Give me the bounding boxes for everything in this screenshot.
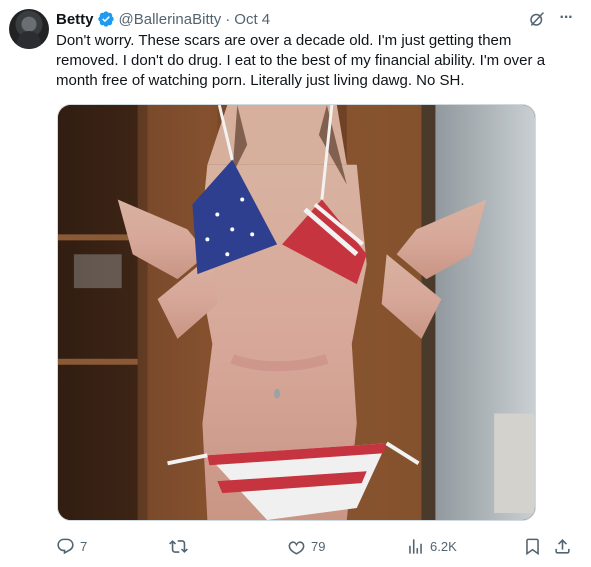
views-button[interactable]: 6.2K (406, 533, 457, 559)
views-icon (409, 538, 422, 554)
media-photo[interactable] (57, 104, 536, 521)
reply-count: 7 (80, 538, 88, 554)
like-button[interactable]: 79 (287, 533, 325, 559)
tweet-card[interactable]: Betty @BallerinaBitty · Oct 4 ··· Don't … (0, 0, 591, 567)
tweet-text: Don't worry. These scars are over a deca… (56, 32, 546, 89)
avatar[interactable] (9, 9, 49, 49)
verified-badge-icon (97, 11, 114, 27)
reply-icon (57, 538, 74, 554)
grok-icon[interactable] (528, 10, 546, 28)
reply-button[interactable]: 7 (56, 533, 87, 559)
like-count: 79 (311, 538, 326, 554)
tweet-header: Betty @BallerinaBitty · Oct 4 (56, 9, 270, 29)
action-bar: 7 79 6.2K (56, 533, 580, 559)
retweet-icon (169, 539, 188, 553)
share-icon (555, 538, 570, 554)
retweet-button[interactable] (169, 533, 193, 559)
separator-dot: · (225, 10, 231, 28)
author-handle[interactable]: @BallerinaBitty (119, 11, 222, 28)
bookmark-icon (526, 538, 539, 555)
share-button[interactable] (553, 533, 572, 559)
post-date[interactable]: Oct 4 (234, 11, 270, 28)
author-name[interactable]: Betty (56, 11, 94, 28)
views-count: 6.2K (430, 538, 457, 554)
photo-illustration (58, 105, 535, 520)
more-icon[interactable]: ··· (556, 8, 576, 28)
bookmark-button[interactable] (523, 533, 542, 559)
like-icon (288, 540, 305, 554)
